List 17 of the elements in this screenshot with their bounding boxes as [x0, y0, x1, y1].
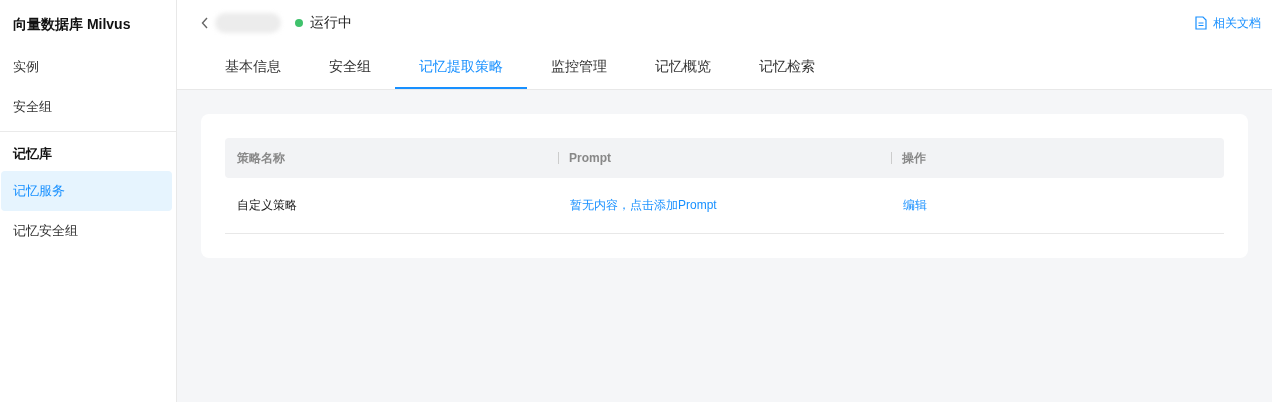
product-title: 向量数据库 Milvus: [12, 15, 132, 34]
tab[interactable]: 安全组: [305, 46, 395, 89]
back-icon[interactable]: [201, 17, 209, 29]
column-header: 操作: [902, 149, 926, 167]
tab[interactable]: 监控管理: [527, 46, 631, 89]
column-header: Prompt: [569, 151, 611, 165]
tab[interactable]: 记忆检索: [735, 46, 839, 89]
status-text: 运行中: [310, 14, 352, 32]
sidebar-item[interactable]: 实例: [1, 47, 172, 87]
sidebar-item[interactable]: 安全组: [1, 87, 172, 127]
sidebar-item[interactable]: 记忆安全组: [1, 211, 172, 251]
table-cell: 自定义策略: [237, 197, 297, 214]
sidebar-section-title: 记忆库: [12, 145, 53, 163]
tab[interactable]: 基本信息: [201, 46, 305, 89]
document-icon: [1195, 16, 1207, 30]
column-header: 策略名称: [237, 149, 285, 167]
tab[interactable]: 记忆概览: [631, 46, 735, 89]
